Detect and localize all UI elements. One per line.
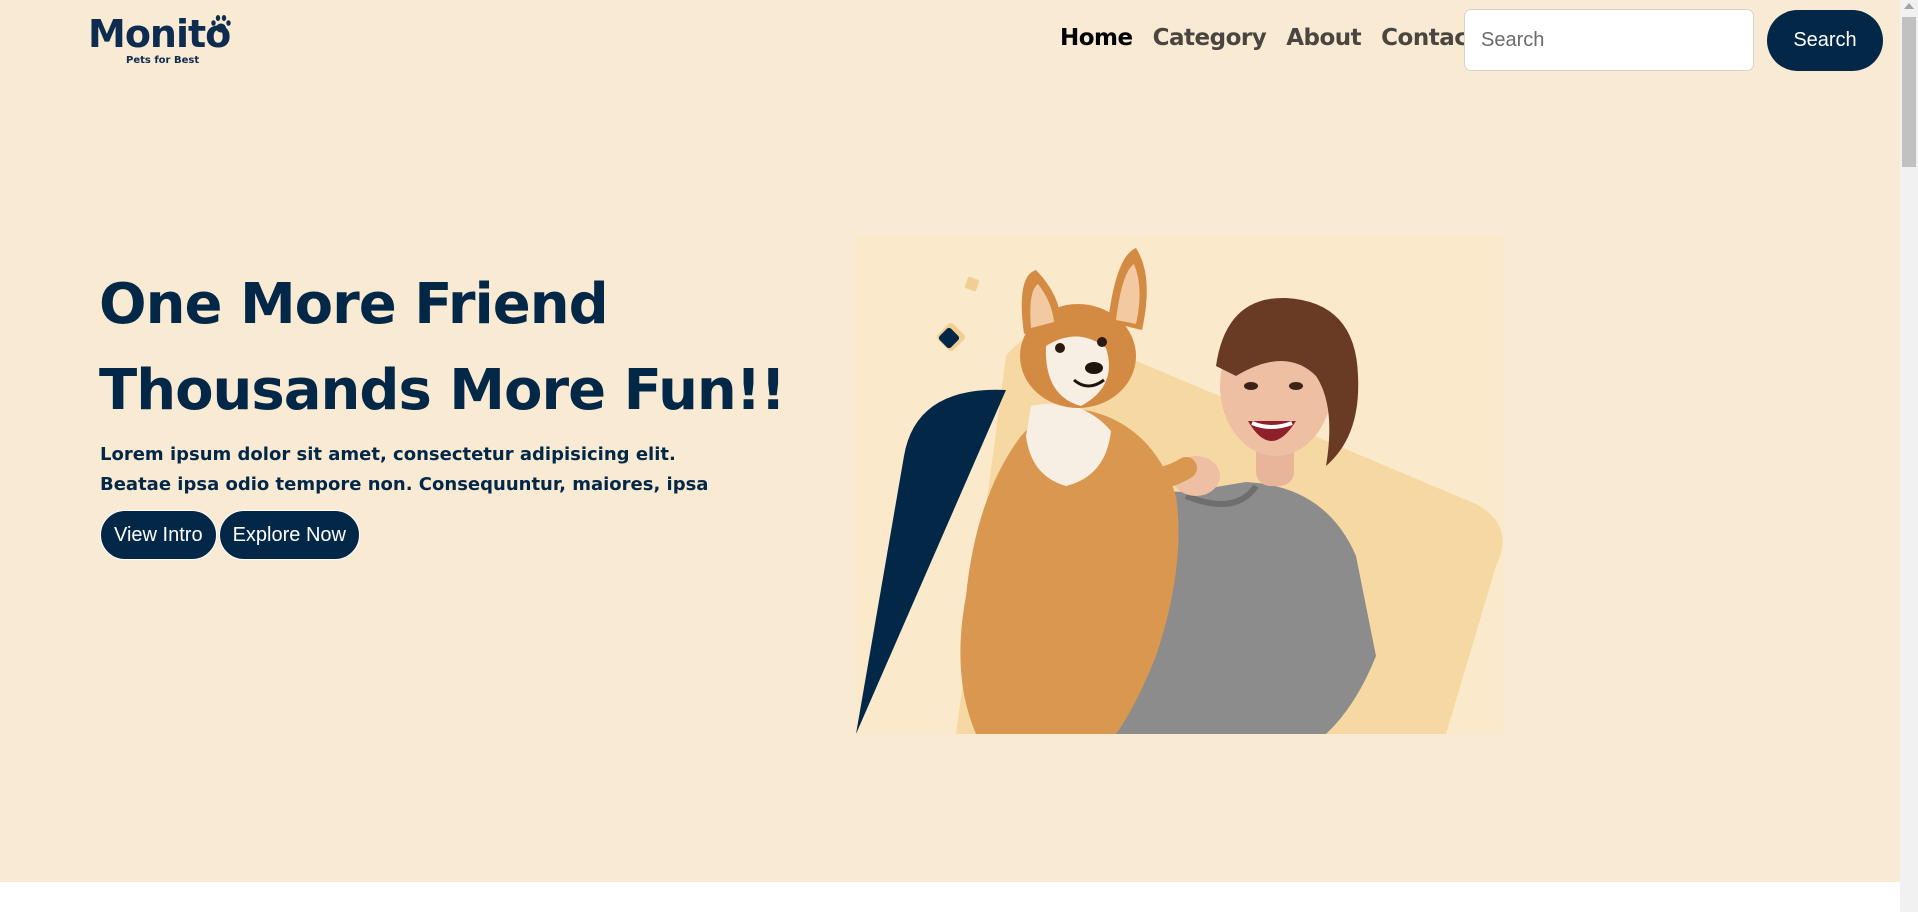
hero-title-line-2: Thousands More Fun!! <box>99 358 786 423</box>
brand-tagline: Pets for Best <box>126 55 200 66</box>
view-intro-button[interactable]: View Intro <box>100 510 217 560</box>
brand-logo[interactable]: Monito Pets for Best <box>88 12 233 68</box>
nav-category-link[interactable]: Category <box>1153 20 1267 56</box>
nav-about-link[interactable]: About <box>1286 20 1361 56</box>
paw-icon <box>211 15 231 33</box>
hero-actions: View Intro Explore Now <box>100 510 360 560</box>
corgi-nose <box>1085 362 1103 374</box>
hero-title: One More Friend Thousands More Fun!! <box>99 262 786 434</box>
search-button[interactable]: Search <box>1767 10 1883 71</box>
scroll-up-arrow-icon[interactable] <box>1904 3 1914 9</box>
hero-illustration <box>856 236 1504 734</box>
main-nav: Home Category About Contact <box>1060 20 1478 56</box>
nav-home-link[interactable]: Home <box>1060 20 1133 56</box>
search-input[interactable] <box>1464 9 1754 71</box>
vertical-scrollbar[interactable] <box>1900 0 1918 912</box>
hero-title-line-1: One More Friend <box>99 272 609 337</box>
explore-now-button[interactable]: Explore Now <box>218 510 360 560</box>
brand-name: Monito <box>88 12 231 56</box>
hero-description: Lorem ipsum dolor sit amet, consectetur … <box>100 440 708 500</box>
hero-description-line-1: Lorem ipsum dolor sit amet, consectetur … <box>100 444 676 465</box>
scrollbar-thumb[interactable] <box>1902 17 1916 167</box>
hero-description-line-2: Beatae ipsa odio tempore non. Consequunt… <box>100 474 709 495</box>
page-background: Monito Pets for Best Home Category About… <box>0 0 1900 882</box>
